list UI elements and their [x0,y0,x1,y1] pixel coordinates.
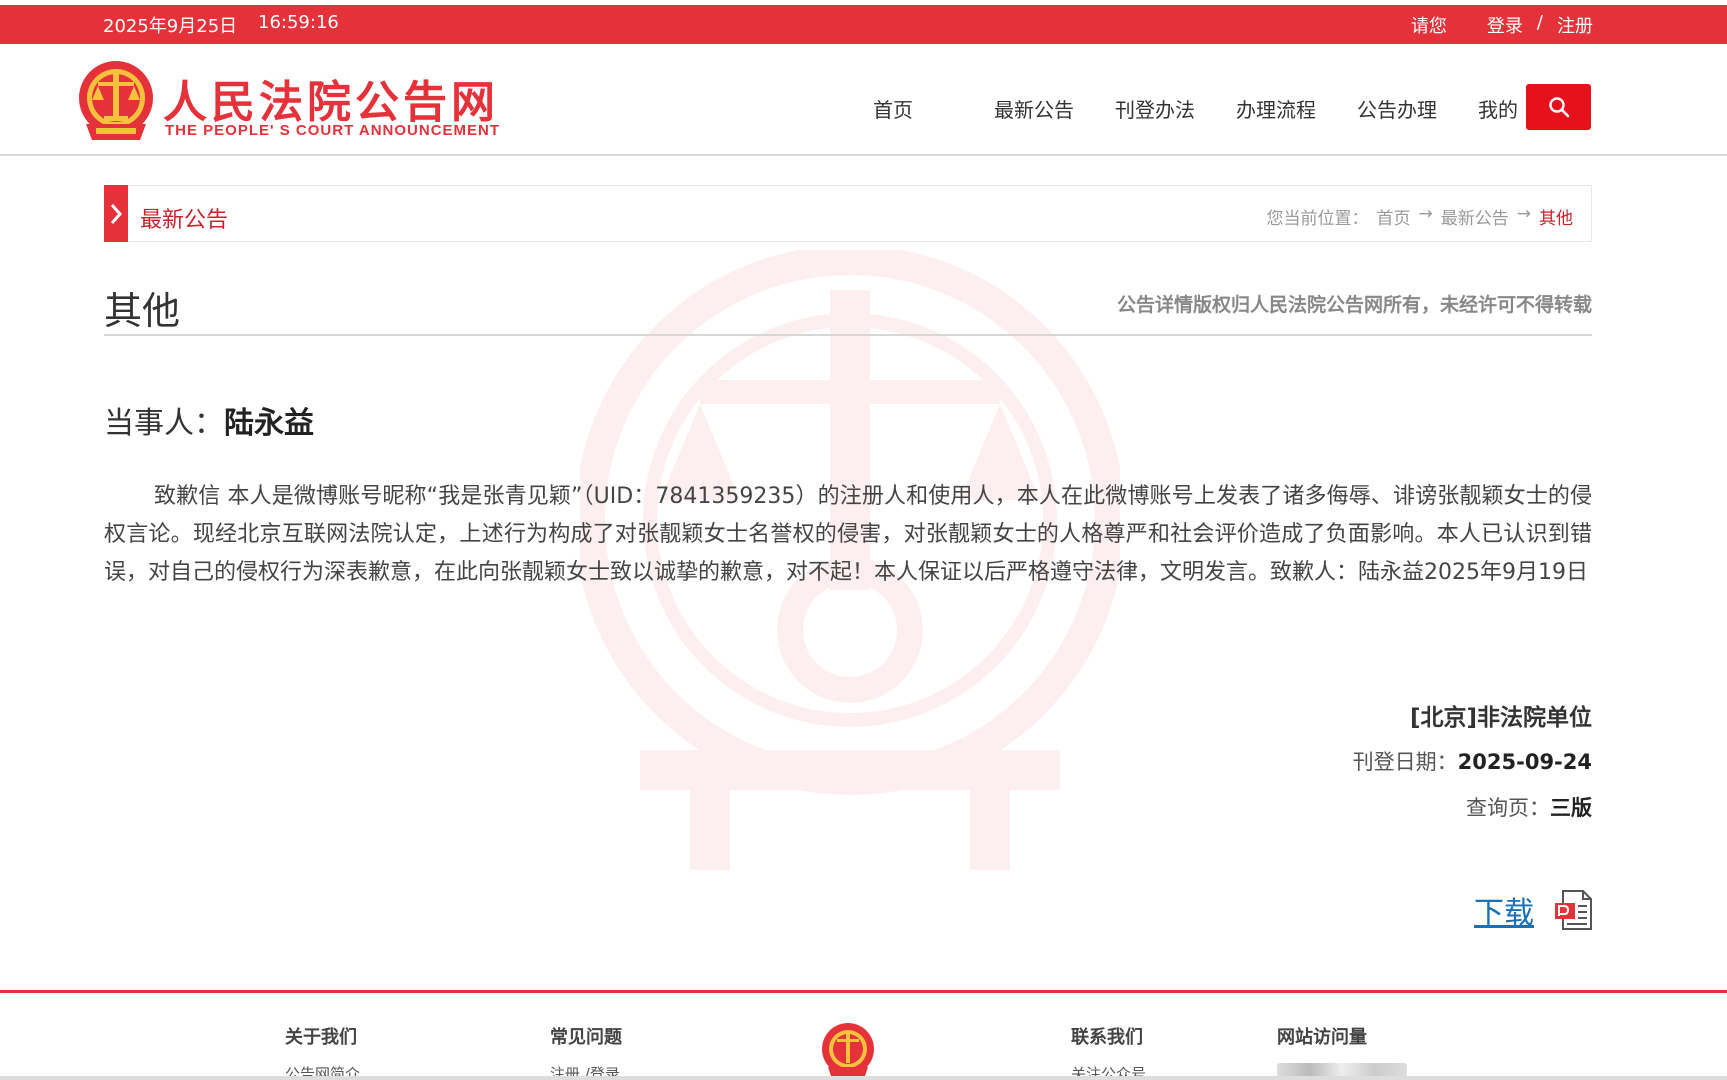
notice-body: 致歉信 本人是微博账号昵称“我是张青见颖”（UID：7841359235）的注册… [104,484,1592,585]
footer-emblem-icon [822,1023,874,1079]
nav-notice-handling[interactable]: 公告办理 [1357,94,1478,123]
query-page-label: 查询页： [1466,796,1550,820]
notice-title-row: 其他 公告详情版权归人民法院公告网所有，未经许可不得转载 [104,280,1592,336]
breadcrumb-home[interactable]: 首页 [1377,204,1411,229]
auth-links: 请您 登录 / 注册 [1411,12,1593,38]
footer-about: 关于我们 公告网简介 [285,1023,360,1080]
search-icon [1548,97,1569,118]
breadcrumb-arrow: → [1516,204,1531,224]
party-label: 当事人： [104,406,224,441]
breadcrumb-prefix: 您当前位置： [1266,209,1369,229]
footer-about-heading: 关于我们 [285,1027,357,1048]
query-page-value: 三版 [1550,796,1592,820]
visit-counter [1277,1063,1407,1077]
section-marker [104,185,128,242]
site-logo-subtitle: THE PEOPLE' S COURT ANNOUNCEMENT [165,122,501,139]
court-emblem-icon[interactable] [76,58,156,144]
greeting-text: 请您 [1410,16,1447,37]
publisher: [北京]非法院单位 [1409,705,1592,731]
top-bar-edge [0,0,1727,5]
footer-visits-heading: 网站访问量 [1277,1027,1367,1048]
footer-faq: 常见问题 注册 /登录 [550,1023,622,1080]
publish-date-value: 2025-09-24 [1457,750,1592,774]
nav-home[interactable]: 首页 [873,94,994,123]
page-title: 其他 [104,289,181,333]
footer-visits: 网站访问量 [1277,1023,1407,1080]
breadcrumb-latest[interactable]: 最新公告 [1441,204,1509,229]
site-footer: 关于我们 公告网简介 常见问题 注册 /登录 联系我们 关注公众号 网站访问量 [0,990,1727,1080]
chevron-right-icon [110,203,123,224]
query-page: 查询页：三版 [1466,792,1592,822]
breadcrumb-bar: 最新公告 您当前位置： 首页 → 最新公告 → 其他 [104,185,1592,242]
top-bar: 2025年9月25日 16:59:16 请您 登录 / 注册 [0,0,1727,44]
nav-process[interactable]: 办理流程 [1236,94,1357,123]
login-link[interactable]: 登录 [1487,12,1523,38]
pdf-file-icon[interactable] [1553,889,1593,931]
search-button[interactable] [1526,84,1591,130]
footer-faq-heading: 常见问题 [550,1027,622,1048]
current-time: 16:59:16 [258,12,339,33]
footer-contact: 联系我们 关注公众号 [1071,1023,1146,1080]
copyright-notice: 公告详情版权归人民法院公告网所有，未经许可不得转载 [1116,294,1592,316]
auth-separator: / [1536,12,1543,33]
site-logo-text[interactable]: 人民法院公告网 [163,66,499,130]
breadcrumb-current: 其他 [1539,209,1573,229]
party-name: 陆永益 [224,406,314,441]
nav-latest-notices[interactable]: 最新公告 [994,94,1115,123]
nav-publishing-method[interactable]: 刊登办法 [1115,94,1236,123]
publish-date-label: 刊登日期： [1352,750,1458,774]
current-date: 2025年9月25日 [103,16,238,37]
party-line: 当事人：陆永益 [104,398,314,442]
download-link[interactable]: 下载 [1474,888,1534,932]
breadcrumb: 您当前位置： 首页 → 最新公告 → 其他 [1267,204,1574,229]
breadcrumb-arrow: → [1418,204,1433,224]
register-link[interactable]: 注册 [1557,12,1593,38]
section-title: 最新公告 [140,208,229,233]
main-nav: 首页 最新公告 刊登办法 办理流程 公告办理 我的 [873,94,1599,123]
footer-contact-heading: 联系我们 [1071,1027,1143,1048]
site-header: 人民法院公告网 THE PEOPLE' S COURT ANNOUNCEMENT… [0,44,1727,156]
publish-date: 刊登日期：2025-09-24 [1353,746,1592,776]
